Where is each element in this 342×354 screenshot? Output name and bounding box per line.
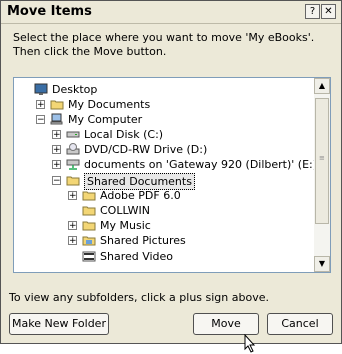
tree-item-label: Shared Video — [100, 250, 174, 263]
tree-item-label: Adobe PDF 6.0 — [100, 189, 181, 202]
folder-tree-items: Desktop + My Documents − My Computer + Local D… — [14, 78, 318, 272]
folder-icon — [82, 221, 96, 231]
move-button[interactable]: Move — [193, 313, 259, 335]
computer-icon — [50, 113, 63, 125]
pictures-folder-icon — [82, 236, 96, 246]
tree-item-label: My Computer — [68, 113, 143, 126]
folder-icon — [82, 206, 96, 216]
expand-icon[interactable]: + — [52, 145, 61, 155]
expand-icon[interactable]: + — [36, 100, 45, 110]
expand-icon[interactable]: + — [52, 130, 61, 140]
network-drive-icon — [66, 159, 80, 170]
tree-item-label: My Documents — [68, 98, 151, 111]
tree-item-label: Local Disk (C:) — [84, 128, 164, 141]
collapse-icon[interactable]: − — [36, 115, 45, 125]
scroll-grip-icon: ≡ — [319, 154, 325, 162]
folder-icon — [50, 100, 64, 110]
tree-item-label: My Music — [100, 219, 151, 232]
tree-item-label: documents on 'Gateway 920 (Dilbert)' (E:… — [84, 158, 318, 171]
tree-item-label: Shared Pictures — [100, 234, 186, 247]
expand-icon[interactable]: + — [52, 160, 61, 170]
dialog-title: Move Items — [7, 4, 92, 19]
scroll-down-button[interactable]: ▼ — [314, 256, 330, 272]
close-button[interactable]: ✕ — [321, 4, 336, 19]
expand-icon[interactable]: + — [68, 236, 77, 246]
folder-tree[interactable]: Desktop + My Documents − My Computer + Local D… — [13, 77, 331, 273]
cd-drive-icon — [66, 143, 80, 155]
tree-item-label: Desktop — [52, 83, 98, 96]
folder-icon — [66, 176, 80, 186]
expand-icon[interactable]: + — [68, 191, 77, 201]
drive-icon — [66, 131, 80, 138]
folder-icon — [82, 191, 96, 201]
collapse-icon[interactable]: − — [52, 176, 61, 186]
cancel-button[interactable]: Cancel — [267, 313, 333, 335]
hint-text: To view any subfolders, click a plus sig… — [9, 291, 269, 304]
scroll-up-button[interactable]: ▲ — [314, 78, 330, 94]
tree-item-label: DVD/CD-RW Drive (D:) — [84, 143, 208, 156]
title-bar: Move Items ? ✕ — [1, 1, 341, 24]
move-items-dialog: Move Items ? ✕ Select the place where yo… — [0, 0, 342, 344]
desktop-icon — [34, 83, 48, 95]
video-folder-icon — [82, 251, 96, 262]
mouse-cursor-icon — [244, 334, 256, 353]
make-new-folder-button[interactable]: Make New Folder — [9, 313, 109, 335]
help-button[interactable]: ? — [305, 4, 320, 19]
tree-item-label: COLLWIN — [100, 204, 150, 217]
scroll-thumb[interactable]: ≡ — [315, 98, 329, 224]
instruction-text: Select the place where you want to move … — [13, 31, 315, 58]
expand-icon[interactable]: + — [68, 221, 77, 231]
vertical-scrollbar[interactable]: ▲ ≡ ▼ — [314, 78, 330, 272]
